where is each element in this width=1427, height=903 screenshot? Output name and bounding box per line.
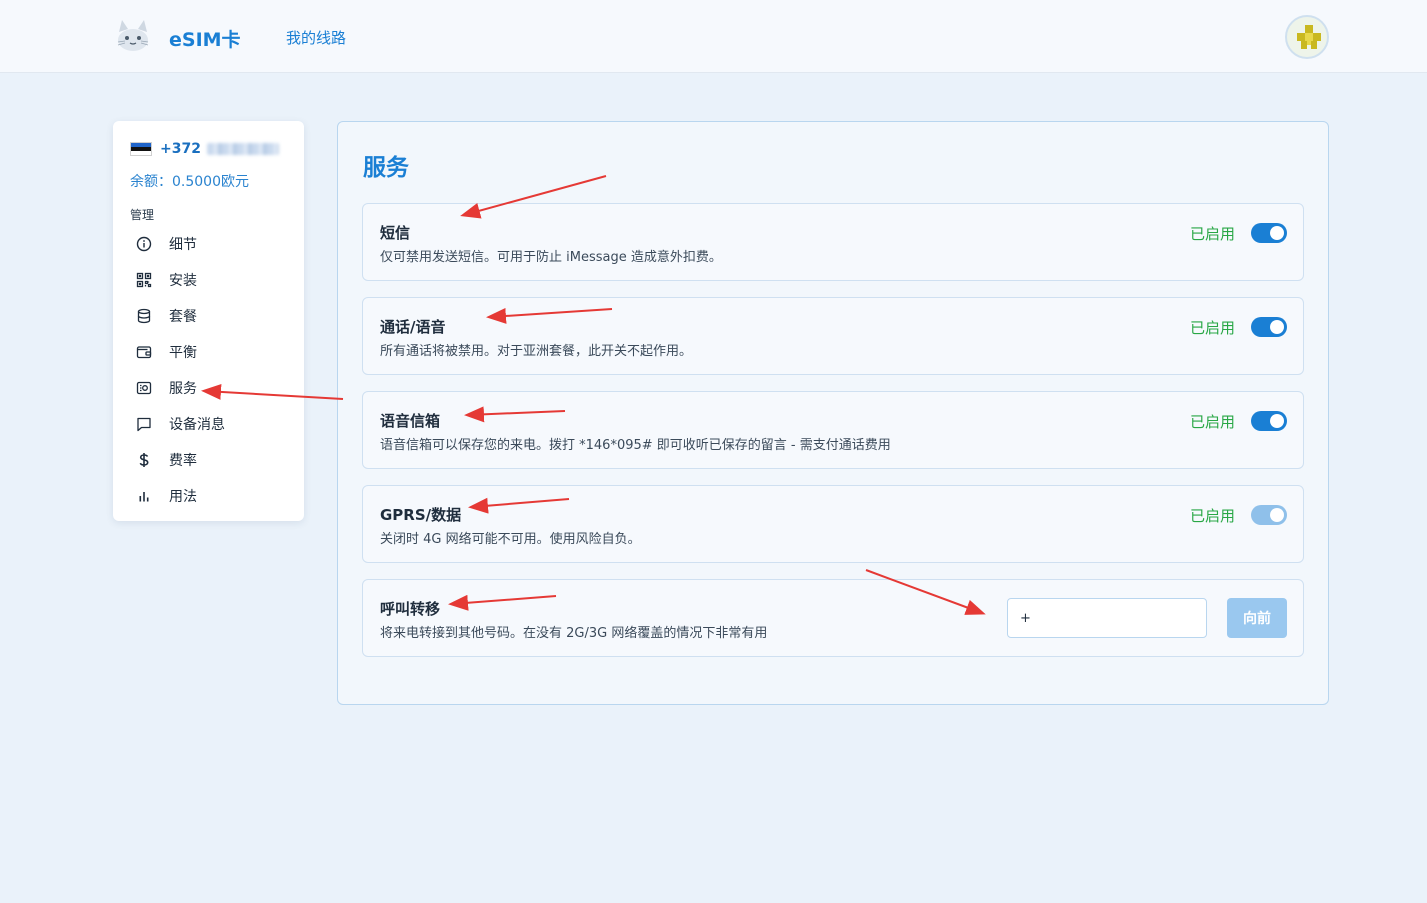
service-title: 短信	[380, 224, 411, 242]
data-toggle[interactable]	[1251, 505, 1287, 525]
estonia-flag-icon	[130, 142, 152, 156]
manage-section-label: 管理	[130, 208, 155, 222]
sidebar-menu: 细节 安装 套餐 平衡 服务 设备消息 费率 用法	[130, 226, 300, 514]
service-row-voice: 通话/语音 所有通话将被禁用。对于亚洲套餐，此开关不起作用。 已启用	[362, 297, 1304, 375]
sidebar-item-label: 设备消息	[169, 417, 225, 433]
bar-chart-icon	[135, 487, 153, 505]
status-label: 已启用	[1189, 507, 1235, 525]
sidebar-item-usage[interactable]: 用法	[130, 478, 300, 514]
database-icon	[135, 307, 153, 325]
services-panel: 服务 短信 仅可禁用发送短信。可用于防止 iMessage 造成意外扣费。 已启…	[337, 121, 1329, 705]
cat-logo-icon[interactable]	[113, 18, 153, 54]
service-row-voicemail: 语音信箱 语音信箱可以保存您的来电。拨打 *146*095# 即可收听已保存的留…	[362, 391, 1304, 469]
service-row-sms: 短信 仅可禁用发送短信。可用于防止 iMessage 造成意外扣费。 已启用	[362, 203, 1304, 281]
phone-number: +372	[160, 141, 201, 157]
top-navbar: eSIM卡 我的线路	[0, 0, 1427, 73]
sidebar-item-balance[interactable]: 平衡	[130, 334, 300, 370]
service-icon	[135, 379, 153, 397]
sidebar-item-label: 平衡	[169, 345, 197, 361]
status-label: 已启用	[1189, 413, 1235, 431]
sidebar-item-label: 费率	[169, 453, 197, 469]
service-description: 语音信箱可以保存您的来电。拨打 *146*095# 即可收听已保存的留言 - 需…	[380, 438, 891, 453]
redacted-number	[206, 143, 279, 155]
status-label: 已启用	[1189, 319, 1235, 337]
line-number-row: +372	[130, 139, 279, 159]
service-row-data: GPRS/数据 关闭时 4G 网络可能不可用。使用风险自负。 已启用	[362, 485, 1304, 563]
brand-name[interactable]: eSIM卡	[169, 25, 241, 52]
sidebar: +372 余额：0.5000欧元 管理 细节 安装 套餐 平衡 服务 设备消息 …	[113, 121, 304, 521]
sidebar-item-details[interactable]: 细节	[130, 226, 300, 262]
sidebar-item-install[interactable]: 安装	[130, 262, 300, 298]
sidebar-item-device-messages[interactable]: 设备消息	[130, 406, 300, 442]
info-icon	[135, 235, 153, 253]
wallet-icon	[135, 343, 153, 361]
status-label: 已启用	[1189, 225, 1235, 243]
message-icon	[135, 415, 153, 433]
voice-toggle[interactable]	[1251, 317, 1287, 337]
service-title: 语音信箱	[380, 412, 441, 430]
service-title: 呼叫转移	[380, 600, 441, 618]
service-description: 所有通话将被禁用。对于亚洲套餐，此开关不起作用。	[380, 344, 693, 359]
voicemail-toggle[interactable]	[1251, 411, 1287, 431]
sidebar-item-label: 细节	[169, 237, 197, 253]
dollar-icon	[135, 451, 153, 469]
service-description: 关闭时 4G 网络可能不可用。使用风险自负。	[380, 532, 641, 547]
forwarding-number-input[interactable]	[1007, 598, 1207, 638]
service-title: 通话/语音	[380, 318, 446, 336]
forward-button[interactable]: 向前	[1227, 598, 1287, 638]
sidebar-item-label: 安装	[169, 273, 197, 289]
sidebar-item-label: 用法	[169, 489, 197, 505]
sidebar-item-services[interactable]: 服务	[130, 370, 300, 406]
sidebar-item-plans[interactable]: 套餐	[130, 298, 300, 334]
service-title: GPRS/数据	[380, 506, 462, 524]
nav-my-lines[interactable]: 我的线路	[286, 27, 346, 48]
pixel-avatar-icon	[1297, 25, 1321, 49]
qr-code-icon	[135, 271, 153, 289]
balance-text: 余额：0.5000欧元	[130, 174, 249, 190]
sidebar-item-label: 套餐	[169, 309, 197, 325]
sms-toggle[interactable]	[1251, 223, 1287, 243]
user-avatar[interactable]	[1285, 15, 1329, 59]
page-title: 服务	[363, 155, 409, 181]
service-row-call-forwarding: 呼叫转移 将来电转接到其他号码。在没有 2G/3G 网络覆盖的情况下非常有用 向…	[362, 579, 1304, 657]
service-description: 仅可禁用发送短信。可用于防止 iMessage 造成意外扣费。	[380, 250, 722, 265]
sidebar-item-label: 服务	[169, 381, 197, 397]
sidebar-item-rates[interactable]: 费率	[130, 442, 300, 478]
service-description: 将来电转接到其他号码。在没有 2G/3G 网络覆盖的情况下非常有用	[380, 626, 768, 641]
